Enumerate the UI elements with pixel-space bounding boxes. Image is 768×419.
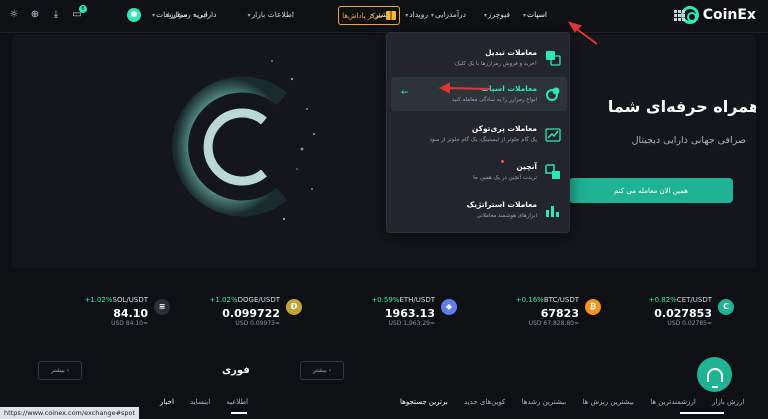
globe-icon[interactable]: ⊕ (29, 9, 41, 21)
theme-toggle-icon[interactable]: ☼ (8, 9, 20, 21)
support-chat-button[interactable] (697, 357, 732, 392)
tab-announcements[interactable]: اطلاعیه (226, 398, 248, 406)
tab-market-cap[interactable]: ارزش بازار (712, 398, 744, 406)
convert-icon (546, 51, 561, 66)
notification-icon[interactable]: ▭ 6 (71, 5, 87, 21)
dropdown-item-onchain[interactable]: آنچین تریدت آنچین در یک همین جا (391, 155, 567, 189)
menu-market-info[interactable]: ▾اطلاعات بازار (248, 10, 294, 19)
trade-now-button[interactable]: همین الان معامله می کنم (569, 178, 733, 203)
hero-subtitle: صرافی جهانی دارایی دیجیتال (631, 135, 746, 146)
coinex-logo[interactable]: CoinEx (680, 6, 756, 24)
dropdown-item-convert[interactable]: معاملات تبدیل خرید و فروش رمزارزها با یک… (391, 41, 567, 75)
chevron-left-icon: ‹ (328, 367, 332, 374)
ticker-eth[interactable]: +0.59%ETH/USDT 1963.13 USD 1,963.29≈ ◆ (331, 288, 461, 333)
top-navbar: CoinEx ▾خرید رمزارز ▾اطلاعات بازار ▾اسپا… (0, 0, 768, 33)
ticker-strip: +0.82%CET/USDT 0.027853 USD 0.02785≈ C +… (0, 288, 768, 338)
tab-new-coins[interactable]: کوین‌های جدید (464, 398, 505, 406)
ticker-price: 67823 (540, 307, 579, 320)
dropdown-item-pretoken[interactable]: معاملات پری‌توکن یک گام جلوتر از لیستینگ… (391, 117, 567, 151)
sol-icon: ≡ (154, 299, 170, 315)
nav-tools: ☼ ⊕ ⤓ ▭ 6 (8, 5, 87, 21)
download-icon[interactable]: ⤓ (50, 9, 62, 21)
rewards-label: مرکز پاداش‌ها (342, 11, 383, 20)
btc-icon: ₿ (585, 299, 601, 315)
menu-spot[interactable]: ▾اسپات (523, 10, 547, 19)
ticker-usd: USD 0.02785≈ (667, 320, 712, 327)
spot-icon (546, 87, 560, 101)
menu-events[interactable]: ▾رویداد (405, 10, 428, 19)
onchain-icon (545, 164, 560, 179)
market-tab-underline (680, 412, 724, 414)
spot-dropdown-menu: معاملات تبدیل خرید و فروش رمزارزها با یک… (386, 32, 570, 233)
chevron-left-icon: ‹ (66, 367, 70, 374)
menu-futures[interactable]: ▾فیوچرز (484, 10, 510, 19)
avatar[interactable] (127, 8, 141, 22)
hero-title: همراه حرفه‌ای شما (607, 97, 756, 116)
market-more-button[interactable]: بیشتر ‹ (300, 361, 344, 380)
ticker-usd: USD 84.10≈ (111, 320, 148, 327)
dropdown-item-spot[interactable]: ← معاملات اسپات انواع رمزارز را به سادگی… (391, 77, 567, 111)
ticker-price: 84.10 (113, 307, 148, 320)
new-dot (501, 160, 504, 163)
ticker-usd: USD 0.09973≈ (235, 320, 280, 327)
coinex-3d-logo-art (172, 60, 316, 221)
hero-banner: همراه حرفه‌ای شما صرافی جهانی دارایی دیج… (12, 35, 756, 268)
ticker-usd: USD 67,828.80≈ (528, 320, 579, 327)
dropdown-item-strategic[interactable]: معاملات استراتژیک ابزارهای هوشمند معاملا… (391, 193, 567, 227)
tab-most-valuable[interactable]: ارزشمندترین ها (650, 398, 696, 406)
rewards-center-button[interactable]: مرکز پاداش‌ها (338, 6, 400, 25)
news-tab-underline (231, 412, 247, 414)
tab-top-searches[interactable]: برترین جستجوها (400, 398, 448, 406)
gift-icon (385, 11, 396, 20)
ticker-price: 0.027853 (654, 307, 712, 320)
strategy-icon (546, 206, 559, 217)
ticker-price: 1963.13 (384, 307, 435, 320)
eth-icon: ◆ (441, 299, 457, 315)
pretoken-icon (545, 128, 561, 142)
tab-top-losers[interactable]: بیشترین ریزش ها (582, 398, 634, 406)
arrow-left-icon: ← (401, 88, 409, 98)
ticker-cet[interactable]: +0.82%CET/USDT 0.027853 USD 0.02785≈ C (608, 288, 738, 333)
cet-icon: C (718, 299, 734, 315)
menu-assets[interactable]: ▾دارایی (193, 10, 216, 19)
menu-orders[interactable]: ▾سفارشات (152, 10, 188, 19)
tab-top-gainers[interactable]: بیشترین رشدها (522, 398, 567, 406)
news-title: فوری (222, 365, 250, 376)
news-tabs: اطلاعیه اینساید اخبار (146, 398, 248, 406)
headset-icon (706, 367, 723, 388)
apps-grid-icon[interactable] (674, 10, 685, 21)
menu-earn[interactable]: ▾درآمدزایی (431, 10, 466, 19)
ticker-sol[interactable]: +1.02%SOL/USDT 84.10 USD 84.10≈ ≡ (44, 288, 174, 333)
ticker-price: 0.099722 (222, 307, 280, 320)
tab-insight[interactable]: اینساید (190, 398, 210, 406)
ticker-doge[interactable]: +1.02%DOGE/USDT 0.099722 USD 0.09973≈ Ð (176, 288, 306, 333)
ticker-btc[interactable]: +0.16%BTC/USDT 67823 USD 67,828.80≈ ₿ (475, 288, 605, 333)
status-bar-url: https://www.coinex.com/exchange#spot (0, 407, 140, 419)
news-more-button[interactable]: بیشتر ‹ (38, 361, 82, 380)
logo-text: CoinEx (702, 7, 756, 23)
ticker-usd: USD 1,963.29≈ (388, 320, 435, 327)
tab-news[interactable]: اخبار (160, 398, 174, 406)
notification-badge: 6 (79, 5, 87, 13)
market-tabs: ارزش بازار ارزشمندترین ها بیشترین ریزش ه… (386, 398, 744, 406)
doge-icon: Ð (286, 299, 302, 315)
